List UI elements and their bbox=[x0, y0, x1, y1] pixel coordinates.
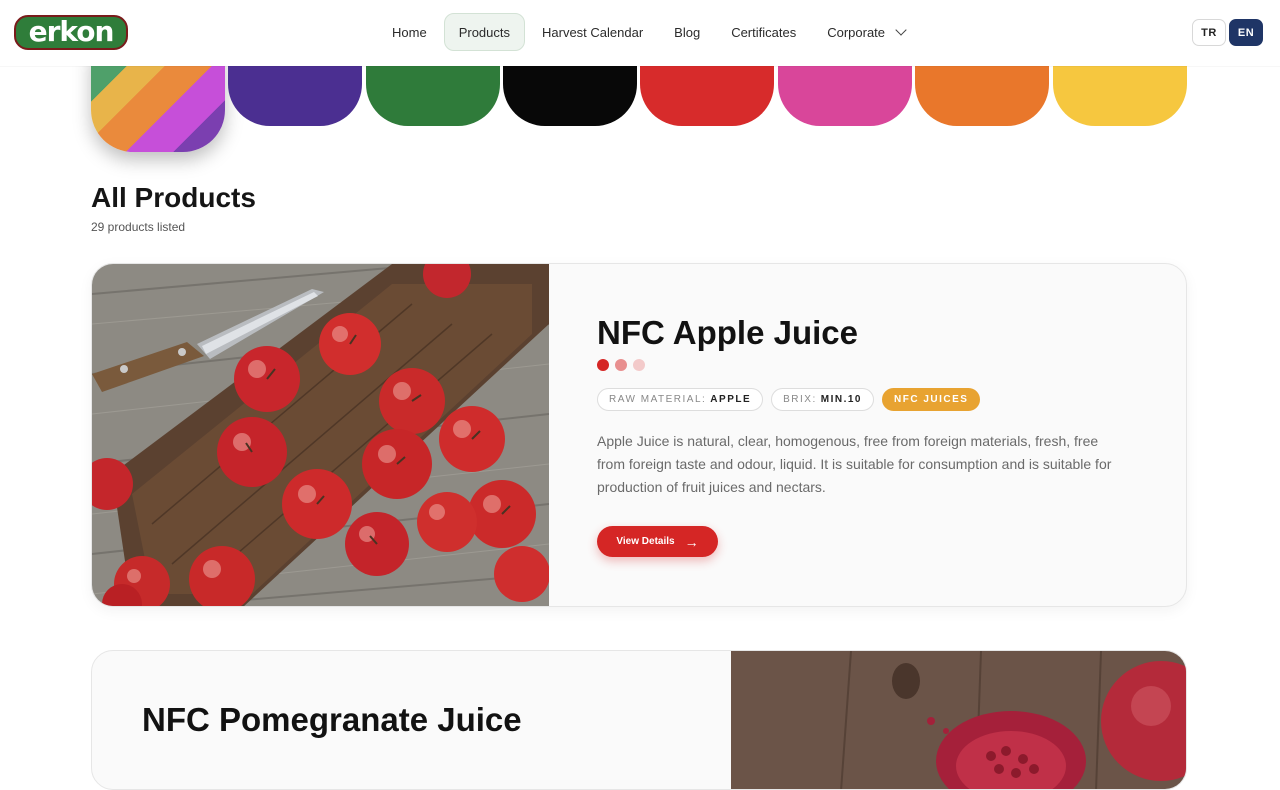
view-details-button[interactable]: View Details → bbox=[597, 526, 718, 557]
raw-material-value: APPLE bbox=[710, 394, 752, 405]
brix-tag: BRIX: MIN.10 bbox=[771, 388, 874, 411]
chevron-down-icon bbox=[895, 24, 907, 36]
product-description: Apple Juice is natural, clear, homogenou… bbox=[597, 433, 1112, 495]
brix-label: BRIX: bbox=[783, 394, 817, 405]
nav-products-label: Products bbox=[458, 24, 510, 40]
language-en-label: EN bbox=[1237, 26, 1255, 39]
indicator-dot bbox=[633, 359, 645, 371]
language-tr-label: TR bbox=[1201, 26, 1217, 39]
brix-value: MIN.10 bbox=[820, 394, 862, 405]
color-indicator-dots bbox=[597, 359, 651, 371]
nav-certificates[interactable]: Certificates bbox=[717, 13, 810, 51]
product-image-apples[interactable] bbox=[92, 264, 549, 606]
nav-products[interactable]: Products bbox=[443, 13, 525, 51]
product-tags: RAW MATERIAL: APPLE BRIX: MIN.10 NFC JUI… bbox=[597, 388, 988, 411]
nav-corporate-label: Corporate bbox=[827, 24, 886, 40]
site-header: erkon Home Products Harvest Calendar Blo… bbox=[0, 0, 1280, 66]
raw-material-tag: RAW MATERIAL: APPLE bbox=[597, 388, 764, 411]
product-info: NFC Apple Juice RAW MATERIAL: APPLE BRIX… bbox=[597, 264, 1186, 606]
product-image-pomegranate[interactable] bbox=[731, 651, 1186, 789]
product-card: NFC Pomegranate Juice bbox=[91, 650, 1187, 790]
page-title: All Products bbox=[91, 182, 256, 213]
product-title[interactable]: NFC Apple Juice bbox=[597, 314, 858, 352]
raw-material-label: RAW MATERIAL: bbox=[609, 394, 707, 405]
main-nav: Home Products Harvest Calendar Blog Cert… bbox=[378, 13, 922, 51]
logo-text: erkon bbox=[28, 14, 115, 48]
view-details-label: View Details bbox=[616, 536, 675, 547]
products-count: 29 products listed bbox=[91, 220, 186, 234]
nav-blog[interactable]: Blog bbox=[660, 13, 714, 51]
category-tag-label: NFC JUICES bbox=[894, 394, 969, 405]
indicator-dot bbox=[615, 359, 627, 371]
nav-harvest-calendar-label: Harvest Calendar bbox=[542, 24, 644, 40]
arrow-right-icon: → bbox=[684, 533, 699, 550]
category-tag[interactable]: NFC JUICES bbox=[882, 388, 981, 411]
nav-harvest-calendar[interactable]: Harvest Calendar bbox=[528, 13, 657, 51]
indicator-dot bbox=[597, 359, 609, 371]
nav-home-label: Home bbox=[392, 24, 427, 40]
nav-certificates-label: Certificates bbox=[731, 24, 797, 40]
language-en-button[interactable]: EN bbox=[1229, 19, 1263, 46]
language-tr-button[interactable]: TR bbox=[1192, 19, 1226, 46]
nav-blog-label: Blog bbox=[674, 24, 701, 40]
nav-corporate[interactable]: Corporate bbox=[813, 13, 919, 51]
erkon-logo[interactable]: erkon bbox=[14, 15, 128, 50]
product-title[interactable]: NFC Pomegranate Juice bbox=[142, 701, 522, 739]
nav-home[interactable]: Home bbox=[378, 13, 441, 51]
product-card: NFC Apple Juice RAW MATERIAL: APPLE BRIX… bbox=[91, 263, 1187, 607]
